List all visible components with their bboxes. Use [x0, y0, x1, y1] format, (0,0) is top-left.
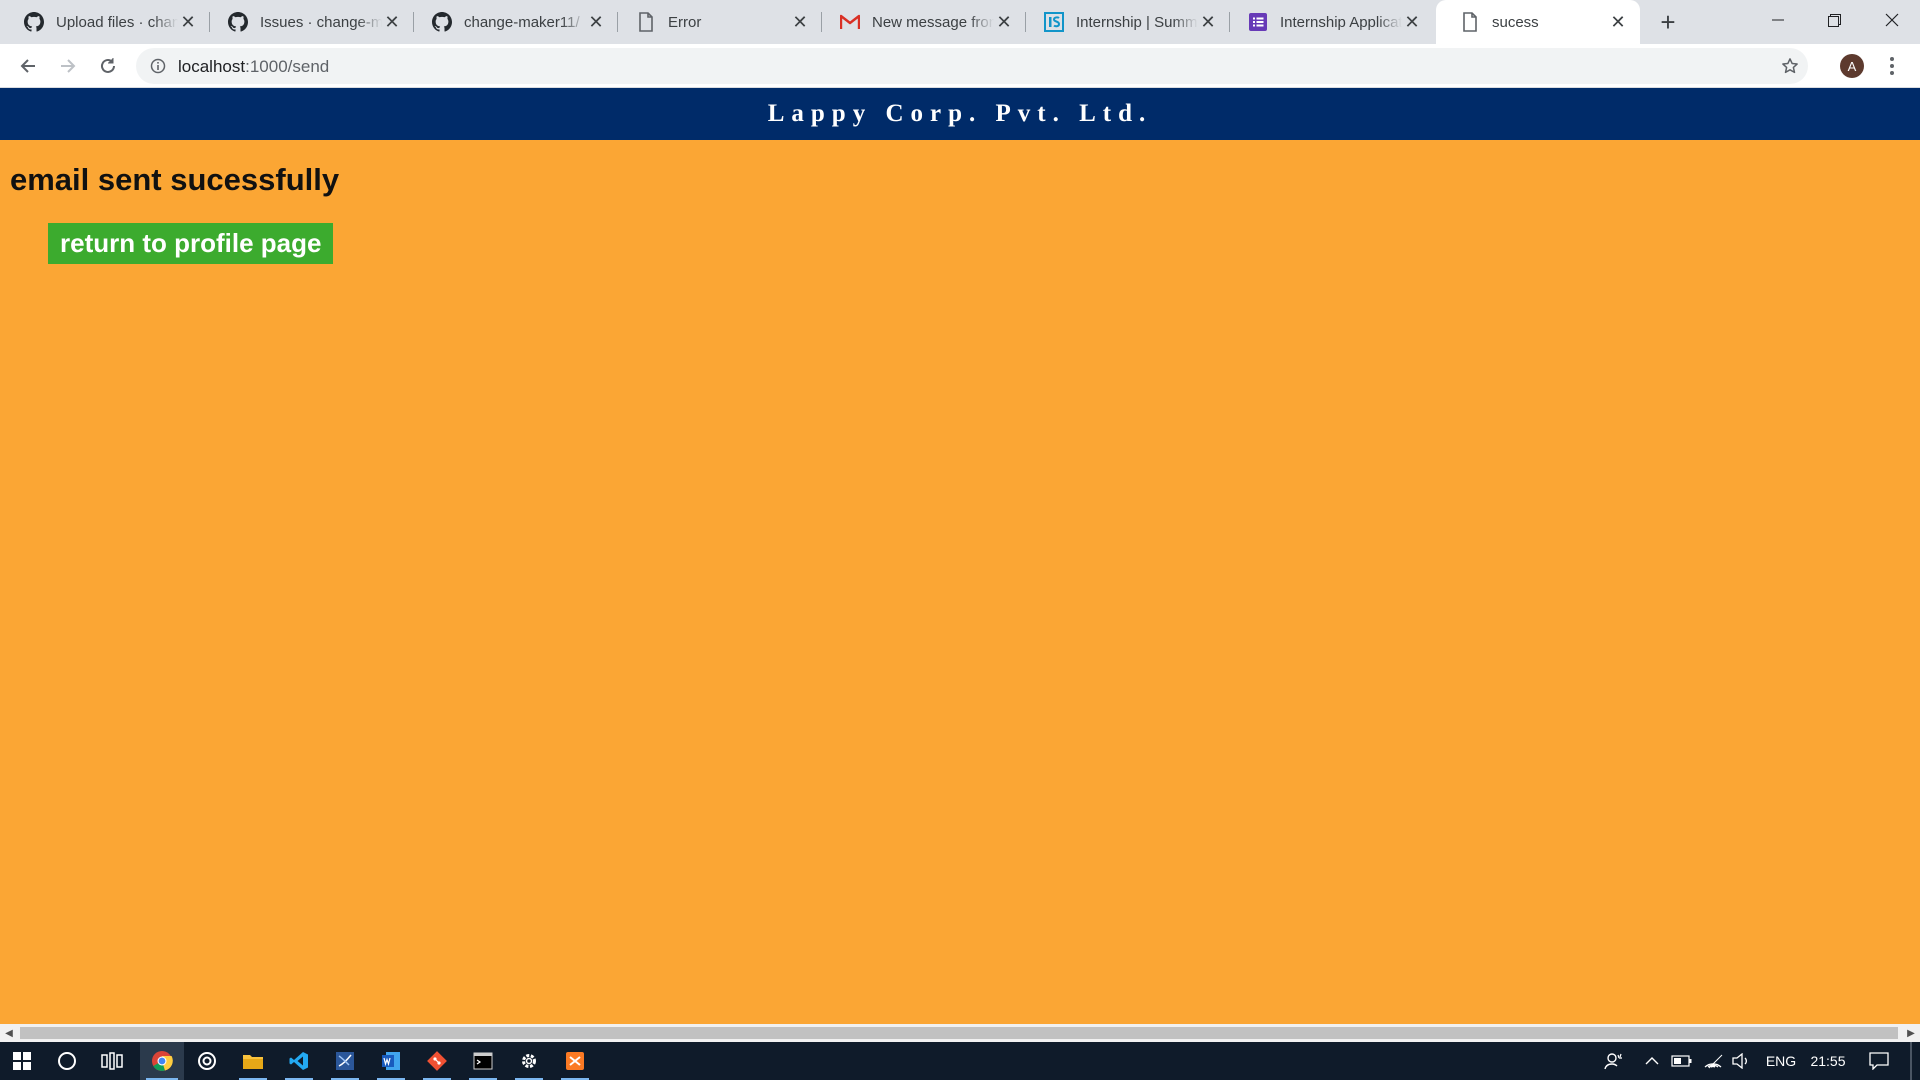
forms-icon [1248, 12, 1268, 32]
horizontal-scrollbar[interactable]: ◀ ▶ [0, 1024, 1920, 1042]
word-icon[interactable] [371, 1042, 411, 1080]
tab-close-icon[interactable]: ✕ [586, 12, 606, 32]
chevron-up-icon[interactable] [1642, 1042, 1662, 1080]
tab-error[interactable]: Error ✕ [612, 0, 822, 44]
scrollbar-thumb[interactable] [20, 1027, 1898, 1039]
back-icon[interactable] [12, 50, 44, 82]
profile-avatar[interactable]: A [1840, 54, 1864, 78]
tab-internship-application[interactable]: Internship Application ✕ [1224, 0, 1434, 44]
windows-taskbar: ENG 21:55 [0, 1042, 1920, 1080]
cortana-icon[interactable] [47, 1042, 87, 1080]
xampp-icon[interactable] [555, 1042, 595, 1080]
tab-close-icon[interactable]: ✕ [1198, 12, 1218, 32]
git-icon[interactable] [417, 1042, 457, 1080]
url-path: :1000/send [245, 57, 330, 76]
tab-title: change-maker11/ [464, 13, 580, 31]
settings-icon[interactable] [509, 1042, 549, 1080]
task-view-icon[interactable] [92, 1042, 132, 1080]
language-indicator[interactable]: ENG [1762, 1042, 1800, 1080]
github-icon [432, 12, 452, 32]
tab-internshala[interactable]: Internship | Summer ✕ [1020, 0, 1230, 44]
url-text: localhost:1000/send [178, 57, 329, 77]
page-content: Lappy Corp. Pvt. Ltd. email sent sucessf… [0, 88, 1920, 1024]
scroll-left-icon[interactable]: ◀ [0, 1024, 18, 1042]
notifications-icon[interactable] [1866, 1042, 1892, 1080]
forward-icon[interactable] [52, 50, 84, 82]
start-icon[interactable] [2, 1042, 42, 1080]
tab-title: Internship | Summer [1076, 13, 1198, 31]
scroll-right-icon[interactable]: ▶ [1902, 1024, 1920, 1042]
tab-issues[interactable]: Issues · change-maker11 ✕ [204, 0, 414, 44]
restore-icon[interactable] [1806, 0, 1863, 40]
browser-toolbar: localhost:1000/send A [0, 44, 1920, 88]
app-icon[interactable] [187, 1042, 227, 1080]
tab-close-icon[interactable]: ✕ [1402, 12, 1422, 32]
reload-icon[interactable] [92, 50, 124, 82]
tab-change-maker-repo[interactable]: change-maker11/ ✕ [408, 0, 618, 44]
file-explorer-icon[interactable] [233, 1042, 273, 1080]
new-tab-button[interactable]: + [1654, 7, 1682, 37]
browser-menu-icon[interactable] [1880, 54, 1904, 78]
chrome-icon[interactable] [140, 1042, 184, 1080]
tab-title: Issues · change-maker11 [260, 13, 382, 31]
github-icon [228, 12, 248, 32]
clock[interactable]: 21:55 [1806, 1042, 1850, 1080]
company-banner: Lappy Corp. Pvt. Ltd. [0, 88, 1920, 140]
minimize-icon[interactable] [1749, 0, 1806, 40]
tab-title: New message from [872, 13, 994, 31]
site-info-icon[interactable] [148, 56, 168, 76]
volume-icon[interactable] [1730, 1042, 1752, 1080]
window-controls [1749, 0, 1920, 40]
battery-icon[interactable] [1670, 1042, 1694, 1080]
tab-title: Error [668, 13, 702, 31]
tab-gmail[interactable]: New message from ✕ [816, 0, 1026, 44]
internshala-icon [1044, 12, 1064, 32]
page-heading: email sent sucessfully [10, 162, 340, 197]
tab-upload-files[interactable]: Upload files · change-maker11 ✕ [0, 0, 210, 44]
tab-close-icon[interactable]: ✕ [994, 12, 1014, 32]
github-icon [24, 12, 44, 32]
people-icon[interactable] [1602, 1042, 1626, 1080]
return-to-profile-button[interactable]: return to profile page [48, 223, 334, 264]
tab-strip: Upload files · change-maker11 ✕ Issues ·… [0, 0, 1920, 44]
document-icon [636, 12, 656, 32]
wifi-icon[interactable] [1702, 1042, 1724, 1080]
tab-title: Upload files · change-maker11 [56, 13, 178, 31]
show-desktop-button[interactable] [1910, 1042, 1912, 1080]
terminal-icon[interactable] [463, 1042, 503, 1080]
tab-close-icon[interactable]: ✕ [382, 12, 402, 32]
tab-title: Internship Application [1280, 13, 1402, 31]
close-window-icon[interactable] [1863, 0, 1920, 40]
tab-close-icon[interactable]: ✕ [178, 12, 198, 32]
tab-close-icon[interactable]: ✕ [790, 12, 810, 32]
sql-server-icon[interactable] [325, 1042, 365, 1080]
document-icon [1460, 12, 1480, 32]
url-host: localhost [178, 57, 246, 76]
bookmark-star-icon[interactable] [1780, 56, 1800, 76]
vscode-icon[interactable] [279, 1042, 319, 1080]
tab-sucess[interactable]: sucess ✕ [1436, 0, 1640, 44]
tab-close-icon[interactable]: ✕ [1608, 12, 1628, 32]
address-bar[interactable]: localhost:1000/send [136, 48, 1808, 84]
gmail-icon [840, 12, 860, 32]
tab-title: sucess [1492, 13, 1539, 31]
